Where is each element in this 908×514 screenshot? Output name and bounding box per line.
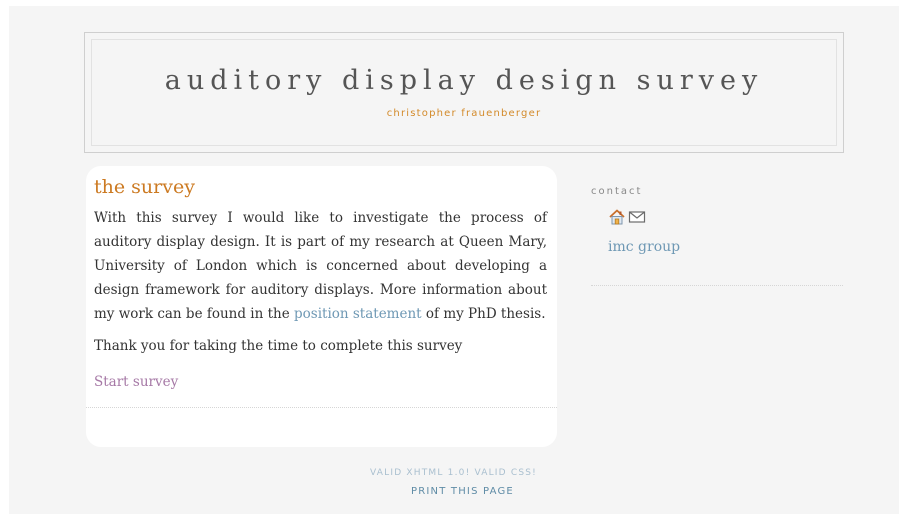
email-icon[interactable]: [628, 208, 646, 226]
site-title: auditory display design survey: [164, 65, 764, 96]
site-header: auditory display design survey christoph…: [84, 32, 844, 153]
footer-validation: VALID XHTML 1.0! VALID CSS!: [370, 468, 537, 478]
site-author: christopher frauenberger: [386, 108, 542, 119]
valid-css-link[interactable]: VALID CSS!: [474, 468, 537, 478]
contact-heading: contact: [591, 186, 643, 197]
imc-group-link[interactable]: imc group: [608, 239, 680, 255]
main-content-box: the survey With this survey I would like…: [86, 166, 557, 447]
contact-icons: [608, 208, 646, 226]
content-divider: [86, 407, 557, 408]
start-survey-link[interactable]: Start survey: [94, 374, 178, 390]
section-title: the survey: [94, 176, 195, 198]
thanks-text: Thank you for taking the time to complet…: [94, 338, 463, 354]
intro-paragraph: With this survey I would like to investi…: [94, 206, 547, 326]
print-page-link[interactable]: PRINT THIS PAGE: [411, 486, 514, 497]
position-statement-link[interactable]: position statement: [294, 306, 422, 322]
home-icon[interactable]: [608, 208, 626, 226]
valid-xhtml-link[interactable]: VALID XHTML 1.0!: [370, 468, 470, 478]
intro-text-end: of my PhD thesis.: [421, 306, 546, 322]
sidebar-divider: [591, 285, 843, 286]
